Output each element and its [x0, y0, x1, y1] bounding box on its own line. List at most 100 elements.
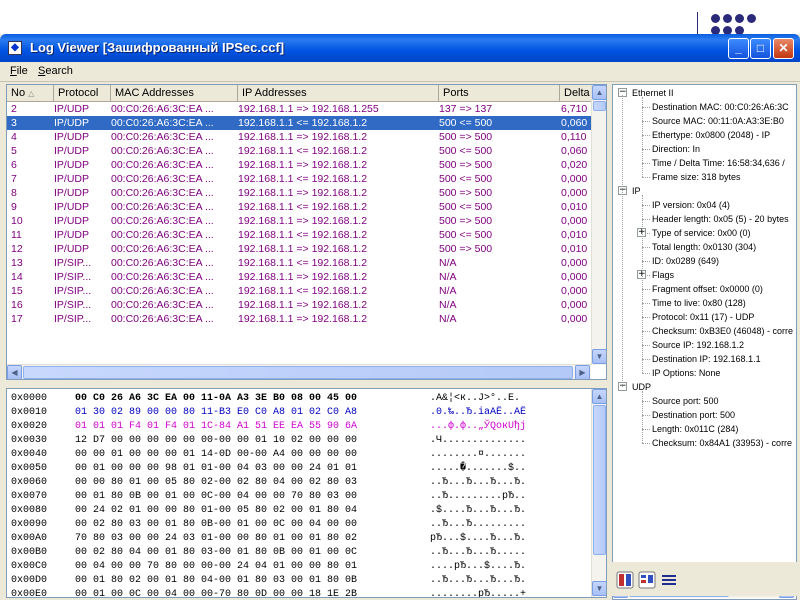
hex-row[interactable]: 0x0030 12 D7 00 00 00 00 00 00-00 00 01 1…: [7, 434, 591, 448]
tree-section-ethernet[interactable]: Ethernet II: [632, 87, 674, 99]
tree-connector: [642, 331, 650, 332]
tree-section-ip[interactable]: IP: [632, 185, 641, 197]
split-view-icon[interactable]: [616, 571, 634, 589]
tree-item[interactable]: Total length: 0x0130 (304): [652, 241, 756, 253]
packet-row[interactable]: 4 IP/UDP 00:C0:26:A6:3C:EA ... 192.168.1.1 …: [7, 130, 595, 144]
close-button[interactable]: ✕: [773, 38, 794, 59]
menu-bar: File Search: [0, 62, 800, 82]
packet-row[interactable]: 15 IP/SIP... 00:C0:26:A6:3C:EA ... 192.168.…: [7, 284, 595, 298]
hscroll-thumb[interactable]: [23, 366, 573, 379]
packet-row[interactable]: 12 IP/UDP 00:C0:26:A6:3C:EA ... 192.168.1.1…: [7, 242, 595, 256]
tree-item[interactable]: Destination MAC: 00:C0:26:A6:3C: [652, 101, 789, 113]
tree-item[interactable]: IP version: 0x04 (4): [652, 199, 730, 211]
packet-row[interactable]: 17 IP/SIP... 00:C0:26:A6:3C:EA ... 192.168.…: [7, 312, 595, 326]
tree-item[interactable]: Source MAC: 00:11:0A:A3:3E:B0: [652, 115, 784, 127]
hex-dump-pane: 0x0000 00 C0 26 A6 3C EA 00 11-0A A3 3E B…: [6, 388, 607, 598]
tree-item[interactable]: Destination IP: 192.168.1.1: [652, 353, 761, 365]
tree-item[interactable]: Frame size: 318 bytes: [652, 171, 741, 183]
tree-item[interactable]: Direction: In: [652, 143, 700, 155]
tree-item[interactable]: Type of service: 0x00 (0): [652, 227, 751, 239]
hex-row[interactable]: 0x00B0 00 02 80 04 00 01 80 03-00 01 80 0…: [7, 546, 591, 560]
packet-row[interactable]: 14 IP/SIP... 00:C0:26:A6:3C:EA ... 192.168.…: [7, 270, 595, 284]
packet-row[interactable]: 9 IP/UDP 00:C0:26:A6:3C:EA ... 192.168.1.1 …: [7, 200, 595, 214]
column-header-ip[interactable]: IP Addresses: [238, 85, 439, 102]
tree-item[interactable]: Time / Delta Time: 16:58:34,636 /: [652, 157, 785, 169]
tree-item[interactable]: Length: 0x011C (284): [652, 423, 738, 435]
tree-connector: [642, 177, 650, 178]
maximize-button[interactable]: □: [750, 38, 771, 59]
hex-row[interactable]: 0x00E0 00 01 00 0C 00 04 00 00-70 80 0D 0…: [7, 588, 591, 597]
cell-mac: 00:C0:26:A6:3C:EA ...: [111, 131, 214, 143]
hex-row[interactable]: 0x00A0 70 80 03 00 00 24 03 01-00 00 80 0…: [7, 532, 591, 546]
scroll-left-button[interactable]: ◀: [7, 365, 22, 379]
menu-file[interactable]: File: [10, 65, 28, 77]
tree-item[interactable]: Destination port: 500: [652, 409, 735, 421]
column-header-no[interactable]: No △: [7, 85, 54, 102]
cell-mac: 00:C0:26:A6:3C:EA ...: [111, 145, 214, 157]
hex-row[interactable]: 0x0070 00 01 80 0B 00 01 00 0C-00 04 00 0…: [7, 490, 591, 504]
hex-ascii: ..Ђ...Ђ...Ђ.....: [430, 547, 527, 558]
cell-delta: 0,020: [561, 159, 588, 171]
hex-scroll-up-button[interactable]: ▲: [592, 389, 606, 404]
column-header-protocol[interactable]: Protocol: [54, 85, 111, 102]
scroll-down-button[interactable]: ▼: [592, 349, 606, 364]
packet-row[interactable]: 6 IP/UDP 00:C0:26:A6:3C:EA ... 192.168.1.1 …: [7, 158, 595, 172]
packet-row[interactable]: 8 IP/UDP 00:C0:26:A6:3C:EA ... 192.168.1.1 …: [7, 186, 595, 200]
hex-row[interactable]: 0x0020 01 01 01 F4 01 F4 01 1C-84 A1 51 E…: [7, 420, 591, 434]
packet-row[interactable]: 2 IP/UDP 00:C0:26:A6:3C:EA ... 192.168.1.1 …: [7, 102, 595, 116]
tree-item[interactable]: Checksum: 0xB3E0 (46048) - corre: [652, 325, 793, 337]
hex-row[interactable]: 0x0000 00 C0 26 A6 3C EA 00 11-0A A3 3E B…: [7, 392, 591, 406]
packet-list-hscrollbar[interactable]: ◀ ▶: [7, 364, 591, 379]
hex-row[interactable]: 0x0050 00 01 00 00 00 98 01 01-00 04 03 0…: [7, 462, 591, 476]
title-bar[interactable]: ◆ Log Viewer [Зашифрованный IPSec.ccf] _…: [0, 34, 800, 62]
menu-search[interactable]: Search: [38, 65, 73, 77]
tree-item[interactable]: Protocol: 0x11 (17) - UDP: [652, 311, 754, 323]
hex-row[interactable]: 0x0080 00 24 02 01 00 00 80 01-00 05 80 0…: [7, 504, 591, 518]
app-icon[interactable]: ◆: [8, 41, 22, 55]
tree-item[interactable]: Time to live: 0x80 (128): [652, 297, 746, 309]
tree-item[interactable]: Header length: 0x05 (5) - 20 bytes: [652, 213, 789, 225]
packet-row[interactable]: 5 IP/UDP 00:C0:26:A6:3C:EA ... 192.168.1.1 …: [7, 144, 595, 158]
cell-ports: N/A: [439, 271, 457, 283]
tree-item[interactable]: Source port: 500: [652, 395, 719, 407]
columns-view-icon[interactable]: [638, 571, 656, 589]
tree-item[interactable]: Ethertype: 0x0800 (2048) - IP: [652, 129, 770, 141]
hex-row[interactable]: 0x0060 00 00 80 01 00 05 80 02-00 02 80 0…: [7, 476, 591, 490]
tree-item[interactable]: Checksum: 0x84A1 (33953) - corre: [652, 437, 792, 449]
hex-row[interactable]: 0x0040 00 00 01 00 00 00 01 14-0D 00-00 A…: [7, 448, 591, 462]
tree-item[interactable]: Fragment offset: 0x0000 (0): [652, 283, 763, 295]
cell-ports: 500 <= 500: [439, 145, 493, 157]
packet-row[interactable]: 10 IP/UDP 00:C0:26:A6:3C:EA ... 192.168.1.1…: [7, 214, 595, 228]
cell-mac: 00:C0:26:A6:3C:EA ...: [111, 173, 214, 185]
column-header-delta[interactable]: Delta: [560, 85, 595, 102]
tree-connector: [642, 219, 650, 220]
column-header-ports[interactable]: Ports: [439, 85, 560, 102]
scroll-right-button[interactable]: ▶: [575, 365, 590, 379]
packet-list: No △ Protocol MAC Addresses IP Addresses…: [6, 84, 607, 380]
packet-row[interactable]: 11 IP/UDP 00:C0:26:A6:3C:EA ... 192.168.1.1…: [7, 228, 595, 242]
hex-row[interactable]: 0x0010 01 30 02 89 00 00 80 11-B3 E0 C0 A…: [7, 406, 591, 420]
tree-item[interactable]: Flags: [652, 269, 674, 281]
hex-scroll-thumb[interactable]: [593, 405, 606, 555]
minimize-button[interactable]: _: [728, 38, 749, 59]
hex-vscrollbar[interactable]: ▲ ▼: [591, 389, 606, 597]
scroll-up-button[interactable]: ▲: [592, 85, 606, 100]
cell-mac: 00:C0:26:A6:3C:EA ...: [111, 285, 214, 297]
packet-row[interactable]: 3 IP/UDP 00:C0:26:A6:3C:EA ... 192.168.1.1 …: [7, 116, 595, 130]
packet-list-vscrollbar[interactable]: ▲ ▼: [591, 85, 606, 365]
hex-ascii: ...ф.ф..„ЎQокUђj: [430, 421, 527, 432]
column-header-mac[interactable]: MAC Addresses: [111, 85, 238, 102]
list-view-icon[interactable]: [660, 571, 678, 589]
hex-row[interactable]: 0x00D0 00 01 80 02 00 01 80 04-00 01 80 0…: [7, 574, 591, 588]
hex-row[interactable]: 0x0090 00 02 80 03 00 01 80 0B-00 01 00 0…: [7, 518, 591, 532]
scroll-thumb[interactable]: [593, 101, 606, 111]
tree-item[interactable]: IP Options: None: [652, 367, 720, 379]
packet-row[interactable]: 13 IP/SIP... 00:C0:26:A6:3C:EA ... 192.168.…: [7, 256, 595, 270]
tree-item[interactable]: Source IP: 192.168.1.2: [652, 339, 744, 351]
hex-scroll-down-button[interactable]: ▼: [592, 581, 606, 596]
packet-row[interactable]: 7 IP/UDP 00:C0:26:A6:3C:EA ... 192.168.1.1 …: [7, 172, 595, 186]
cell-mac: 00:C0:26:A6:3C:EA ...: [111, 215, 214, 227]
tree-item[interactable]: ID: 0x0289 (649): [652, 255, 719, 267]
hex-row[interactable]: 0x00C0 00 04 00 00 70 80 00 00-00 24 04 0…: [7, 560, 591, 574]
packet-row[interactable]: 16 IP/SIP... 00:C0:26:A6:3C:EA ... 192.168.…: [7, 298, 595, 312]
